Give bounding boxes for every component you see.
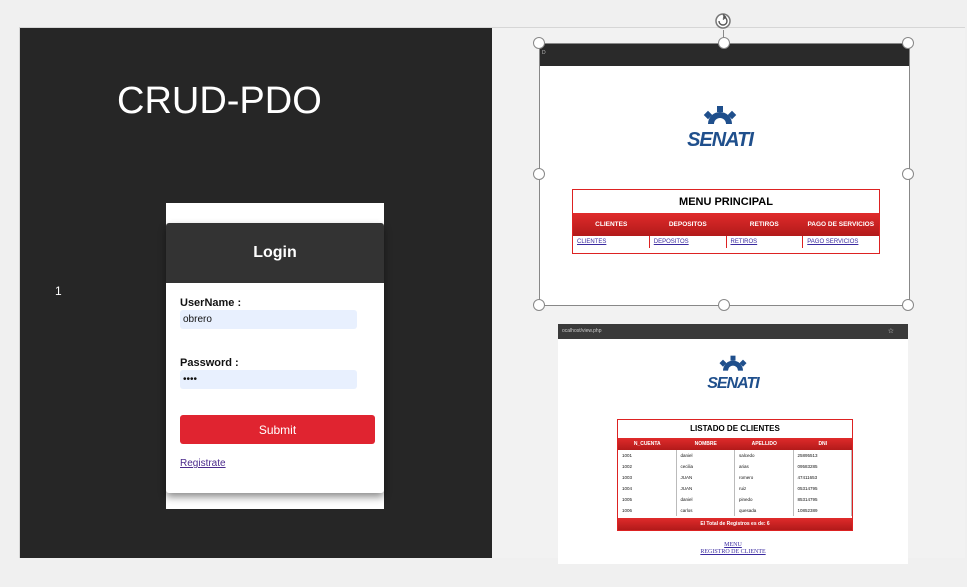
cell: arias [735,461,794,472]
table-row: 1002 cecilia arias 09583285 [618,461,852,472]
senati-wordmark: SENATI [687,129,754,151]
total-records: El Total de Registros es de: 6 [618,518,852,530]
cell: 05314795 [794,483,852,494]
menu-header-row: CLIENTES DEPOSITOS RETIROS PAGO DE SERVI… [573,213,879,236]
resize-handle-top-right[interactable] [902,37,914,49]
resize-handle-left[interactable] [533,168,545,180]
col-dni: DNI [818,441,828,447]
table-row: 1001 daniel salcedo 25895513 [618,450,852,461]
cell: ruiz [735,483,794,494]
cell: 09583285 [794,461,852,472]
cell: daniel [677,450,735,461]
table-row: 1006 carlos quesada 10852389 [618,505,852,516]
cell: 10852389 [794,505,852,516]
gear-icon [713,355,753,381]
submit-button[interactable]: Submit [180,415,375,444]
resize-handle-bottom-right[interactable] [902,299,914,311]
cell: 1004 [618,483,677,494]
menu-col-clientes: CLIENTES [595,220,628,228]
left-dark-panel: CRUD-PDO 1 Login UserName : Password : S… [20,28,492,558]
username-input[interactable] [180,310,357,329]
list-screenshot[interactable]: ocalhost/view.php ☆ SENATI LISTADO DE CL… [558,324,908,564]
star-icon: ☆ [887,328,894,335]
table-row: 1003 JUAN romero 47411653 [618,472,852,483]
col-nombre: NOMBRE [694,441,717,447]
menu-title: MENU PRINCIPAL [679,196,773,208]
login-card: Login UserName : Password : Submit Regis… [166,223,384,493]
cell: 1003 [618,472,677,483]
menu-col-depositos: DEPOSITOS [668,220,707,228]
menu-col-retiros: RETIROS [749,220,779,228]
cell: pinedo [735,494,794,505]
footer-links: MENU REGISTRO DE CLIENTE [558,542,908,556]
resize-handle-top[interactable] [718,37,730,49]
link-retiros[interactable]: RETIROS [727,236,804,248]
resize-handle-top-left[interactable] [533,37,545,49]
gear-icon [697,106,743,136]
col-apellido: APELLIDO [751,441,777,447]
resize-handle-right[interactable] [902,168,914,180]
cell: JUAN [677,483,735,494]
cell: 1002 [618,461,677,472]
rotate-connector [723,30,724,38]
table-row: 1004 JUAN ruiz 05314795 [618,483,852,494]
cell: quesada [735,505,794,516]
menu-link[interactable]: MENU [558,542,908,549]
slide-title[interactable]: CRUD-PDO [117,80,322,123]
list-title: LISTADO DE CLIENTES [690,424,780,433]
cell: carlos [677,505,735,516]
username-label: UserName : [180,297,242,309]
register-link[interactable]: Registrate [180,458,226,469]
rotate-handle-icon[interactable] [713,11,733,31]
cell: 25895513 [794,450,852,461]
cell: 47411653 [794,472,852,483]
registro-cliente-link[interactable]: REGISTRO DE CLIENTE [558,549,908,556]
col-n-cuenta: N_CUENTA [633,441,661,447]
password-input[interactable] [180,370,357,389]
cell: 1006 [618,505,677,516]
list-header-row: N_CUENTA NOMBRE APELLIDO DNI [618,438,852,450]
login-header: Login [166,223,384,283]
address-text: ocalhost/view.php [562,328,602,334]
password-label: Password : [180,357,239,369]
cell: 1005 [618,494,677,505]
cell: JUAN [677,472,735,483]
cell: romero [735,472,794,483]
link-depositos[interactable]: DEPOSITOS [650,236,727,248]
senati-logo: SENATI [670,104,770,152]
browser-address-bar: ocalhost/view.php ☆ [558,324,908,339]
cell: salcedo [735,450,794,461]
login-screenshot[interactable]: Login UserName : Password : Submit Regis… [166,203,384,509]
clients-table: LISTADO DE CLIENTES N_CUENTA NOMBRE APEL… [617,419,853,531]
resize-handle-bottom-left[interactable] [533,299,545,311]
senati-wordmark-2: SENATI [707,375,759,392]
senati-logo-2: SENATI [683,354,783,393]
resize-handle-bottom[interactable] [718,299,730,311]
menu-screenshot[interactable]: D SENATI MENU PRINCIPAL CLIENTES DEPOSIT… [539,43,910,306]
menu-links-row: CLIENTES DEPOSITOS RETIROS PAGO SERVICIO… [573,236,879,248]
table-row: 1005 daniel pinedo 85314795 [618,494,852,505]
cell: daniel [677,494,735,505]
link-clientes[interactable]: CLIENTES [573,236,650,248]
cell: cecilia [677,461,735,472]
menu-col-pago: PAGO DE SERVICIOS [807,220,875,228]
slide-number: 1 [55,284,62,298]
cell: 85314795 [794,494,852,505]
cell: 1001 [618,450,677,461]
menu-principal-table: MENU PRINCIPAL CLIENTES DEPOSITOS RETIRO… [572,189,880,254]
browser-tab-text: D [542,50,546,56]
link-pago-servicios[interactable]: PAGO SERVICIOS [803,236,879,248]
